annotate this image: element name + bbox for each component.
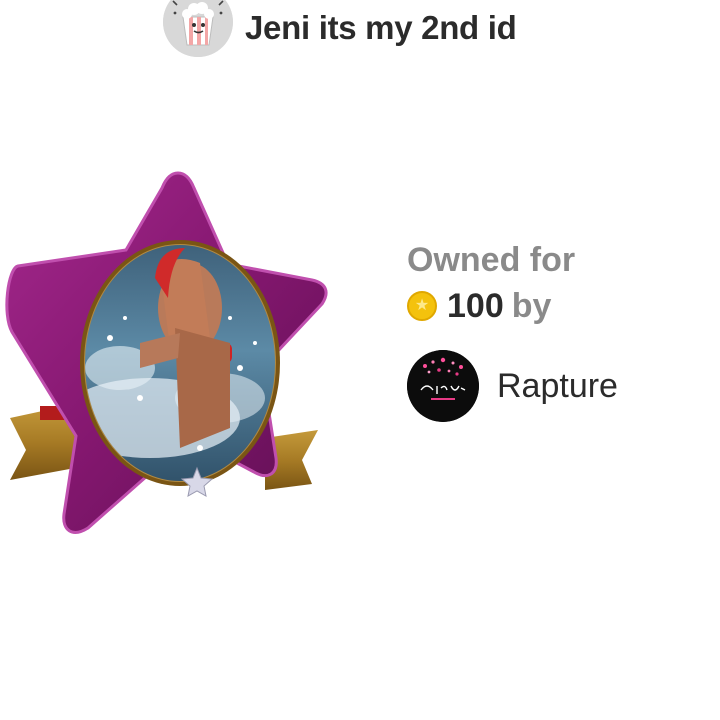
price-row: ★ 100 by [407, 282, 618, 330]
profile-frame-page: Jeni its my 2nd id Owned for ★ 100 by Ra… [0, 0, 720, 720]
owner-avatar[interactable] [407, 350, 479, 422]
owner-link[interactable]: Rapture [407, 350, 618, 422]
username[interactable]: Jeni its my 2nd id [245, 9, 517, 47]
header: Jeni its my 2nd id [163, 0, 517, 62]
price-value: 100 [447, 286, 504, 325]
owned-label: Owned for [407, 241, 576, 279]
star-frame[interactable] [0, 168, 335, 538]
popcorn-mascot-icon [163, 0, 233, 57]
owner-avatar-image [407, 350, 479, 422]
ownership-info: Owned for ★ 100 by Rapture [407, 238, 618, 422]
by-label: by [511, 286, 552, 325]
coin-icon: ★ [407, 291, 437, 321]
star-frame-graphic [5, 171, 328, 534]
owner-name[interactable]: Rapture [497, 367, 618, 406]
user-avatar[interactable] [163, 0, 233, 57]
